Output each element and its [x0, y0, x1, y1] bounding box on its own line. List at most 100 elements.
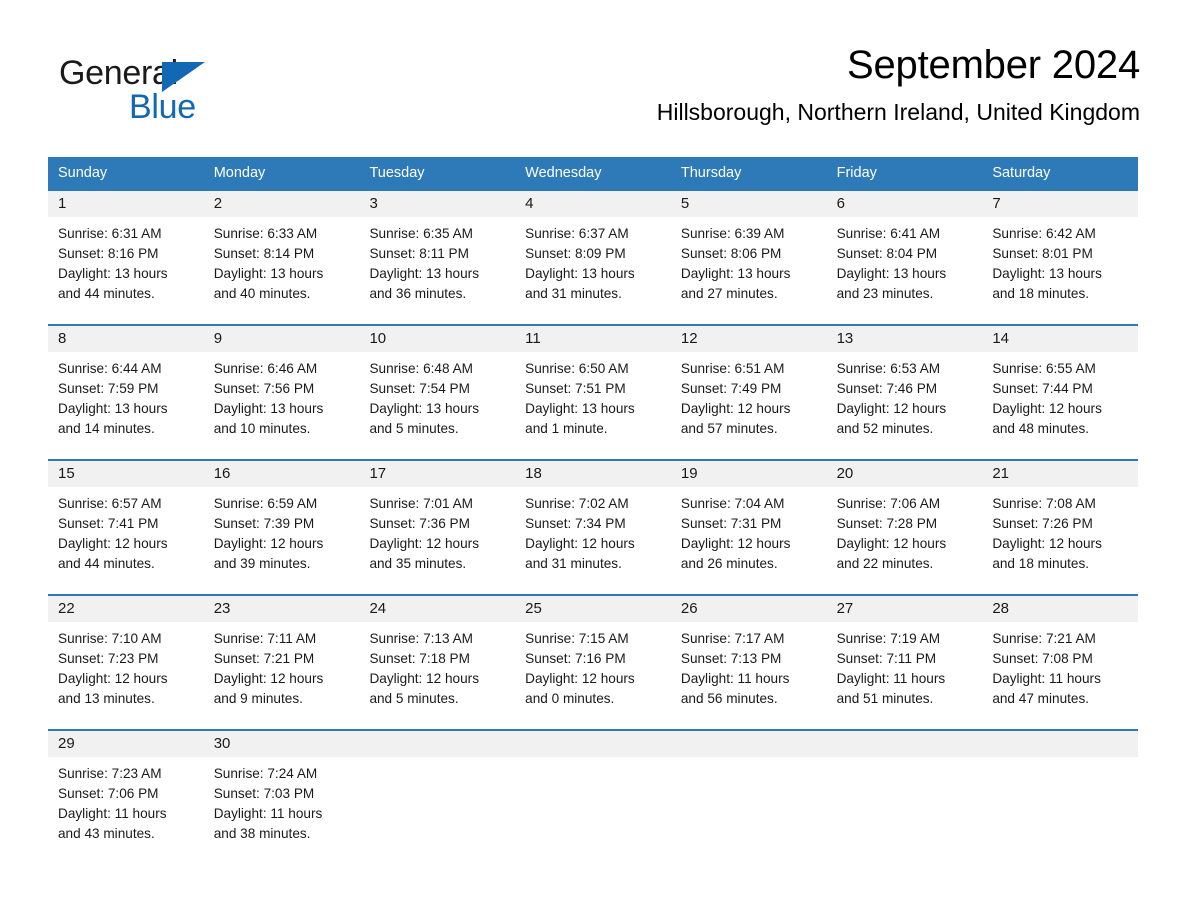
day-number[interactable]: 13 — [827, 326, 983, 352]
day-detail-line: Sunrise: 6:39 AM — [680, 226, 785, 241]
day-detail-line: Sunset: 8:11 PM — [369, 246, 469, 261]
day-detail-line: Sunset: 8:09 PM — [525, 246, 626, 261]
day-cell-empty — [982, 731, 1138, 757]
day-cell-empty — [671, 731, 827, 757]
day-number-row: 29 30 — [48, 731, 1138, 757]
day-detail-cell[interactable]: Sunrise: 6:33 AM Sunset: 8:14 PM Daylight:… — [204, 217, 360, 324]
day-number[interactable]: 4 — [515, 191, 671, 217]
day-number[interactable]: 28 — [982, 596, 1138, 622]
day-detail-cell[interactable]: Sunrise: 6:46 AM Sunset: 7:56 PM Daylight:… — [204, 352, 360, 459]
day-detail-cell[interactable]: Sunrise: 7:04 AM Sunset: 7:31 PM Daylight:… — [671, 487, 827, 594]
day-detail-line: Daylight: 12 hours — [525, 536, 635, 551]
day-detail-line: and 51 minutes. — [836, 691, 934, 706]
day-number[interactable]: 9 — [204, 326, 360, 352]
day-detail-line: Sunset: 8:06 PM — [680, 246, 782, 261]
day-detail-line: and 18 minutes. — [992, 556, 1090, 571]
day-detail-line: and 18 minutes. — [992, 286, 1090, 301]
day-detail-cell[interactable]: Sunrise: 7:06 AM Sunset: 7:28 PM Daylight:… — [827, 487, 983, 594]
day-number[interactable]: 2 — [204, 191, 360, 217]
weekday-header-thursday: Thursday — [680, 165, 742, 181]
day-detail-cell[interactable]: Sunrise: 7:19 AM Sunset: 7:11 PM Daylight:… — [827, 622, 983, 729]
day-detail-line: Daylight: 13 hours — [525, 401, 635, 416]
day-detail-cell[interactable]: Sunrise: 6:39 AM Sunset: 8:06 PM Daylight:… — [671, 217, 827, 324]
day-detail-line: Sunrise: 7:21 AM — [992, 631, 1096, 646]
day-number[interactable]: 6 — [827, 191, 983, 217]
day-detail-cell[interactable]: Sunrise: 6:55 AM Sunset: 7:44 PM Daylight:… — [982, 352, 1138, 459]
day-number[interactable]: 22 — [48, 596, 204, 622]
day-detail-cell[interactable]: Sunrise: 7:24 AM Sunset: 7:03 PM Daylight:… — [204, 757, 360, 864]
day-number[interactable]: 23 — [204, 596, 360, 622]
day-detail-line: and 52 minutes. — [836, 421, 934, 436]
day-number[interactable]: 17 — [359, 461, 515, 487]
day-detail-line: Daylight: 12 hours — [525, 671, 635, 686]
day-number[interactable]: 5 — [671, 191, 827, 217]
calendar-week-row: 15 16 17 18 19 20 21 Sunrise: 6:57 AM Sunset: 7:… — [48, 459, 1138, 594]
day-detail-cell[interactable]: Sunrise: 6:41 AM Sunset: 8:04 PM Daylight:… — [827, 217, 983, 324]
day-detail-line: and 43 minutes. — [58, 826, 155, 841]
day-detail-cell[interactable]: Sunrise: 6:53 AM Sunset: 7:46 PM Daylight:… — [827, 352, 983, 459]
page-title: September 2024 — [847, 43, 1140, 87]
day-cell-empty — [359, 731, 515, 757]
day-number[interactable]: 14 — [982, 326, 1138, 352]
day-cell-empty — [827, 731, 983, 757]
day-detail-line: Sunrise: 6:33 AM — [213, 226, 318, 241]
day-detail-cell[interactable]: Sunrise: 6:51 AM Sunset: 7:49 PM Daylight:… — [671, 352, 827, 459]
day-detail-line: Sunset: 7:36 PM — [369, 516, 470, 531]
day-detail-line: Sunrise: 7:06 AM — [836, 496, 941, 511]
day-detail-cell[interactable]: Sunrise: 7:17 AM Sunset: 7:13 PM Daylight:… — [671, 622, 827, 729]
day-detail-line: Sunrise: 6:51 AM — [680, 361, 785, 376]
day-detail-cell[interactable]: Sunrise: 6:57 AM Sunset: 7:41 PM Daylight:… — [48, 487, 204, 594]
day-number[interactable]: 30 — [204, 731, 360, 757]
day-number[interactable]: 25 — [515, 596, 671, 622]
day-detail-line: Sunrise: 6:50 AM — [525, 361, 629, 376]
day-detail-line: and 47 minutes. — [992, 691, 1090, 706]
day-number[interactable]: 15 — [48, 461, 204, 487]
day-detail-cell-empty — [515, 757, 671, 864]
day-number[interactable]: 12 — [671, 326, 827, 352]
day-detail-cell[interactable]: Sunrise: 6:48 AM Sunset: 7:54 PM Daylight:… — [359, 352, 515, 459]
day-number[interactable]: 18 — [515, 461, 671, 487]
day-number[interactable]: 8 — [48, 326, 204, 352]
day-number[interactable]: 1 — [48, 191, 204, 217]
day-detail-cell[interactable]: Sunrise: 7:02 AM Sunset: 7:34 PM Daylight:… — [515, 487, 671, 594]
day-detail-cell[interactable]: Sunrise: 7:11 AM Sunset: 7:21 PM Daylight:… — [204, 622, 360, 729]
day-number[interactable]: 10 — [359, 326, 515, 352]
day-detail-line: Sunset: 8:16 PM — [58, 246, 159, 261]
day-detail-cell[interactable]: Sunrise: 6:50 AM Sunset: 7:51 PM Daylight:… — [515, 352, 671, 459]
day-number[interactable]: 7 — [982, 191, 1138, 217]
day-number[interactable]: 16 — [204, 461, 360, 487]
day-number-row: 22 23 24 25 26 27 28 — [48, 596, 1138, 622]
day-number[interactable]: 24 — [359, 596, 515, 622]
day-detail-cell[interactable]: Sunrise: 6:37 AM Sunset: 8:09 PM Daylight:… — [515, 217, 671, 324]
day-detail-cell[interactable]: Sunrise: 7:15 AM Sunset: 7:16 PM Daylight:… — [515, 622, 671, 729]
day-detail-cell[interactable]: Sunrise: 7:23 AM Sunset: 7:06 PM Daylight:… — [48, 757, 204, 864]
day-number[interactable]: 11 — [515, 326, 671, 352]
day-number[interactable]: 21 — [982, 461, 1138, 487]
day-detail-cell[interactable]: Sunrise: 7:01 AM Sunset: 7:36 PM Daylight:… — [359, 487, 515, 594]
day-detail-line: and 26 minutes. — [680, 556, 778, 571]
day-detail-cell[interactable]: Sunrise: 7:10 AM Sunset: 7:23 PM Daylight:… — [48, 622, 204, 729]
day-detail-line: Sunrise: 6:35 AM — [369, 226, 473, 241]
day-detail-cell-empty — [827, 757, 983, 864]
day-detail-cell[interactable]: Sunrise: 6:35 AM Sunset: 8:11 PM Daylight:… — [359, 217, 515, 324]
day-detail-line: Sunrise: 7:13 AM — [369, 631, 473, 646]
day-number[interactable]: 27 — [827, 596, 983, 622]
day-number[interactable]: 20 — [827, 461, 983, 487]
day-number[interactable]: 19 — [671, 461, 827, 487]
day-number[interactable]: 3 — [359, 191, 515, 217]
day-detail-cell[interactable]: Sunrise: 7:08 AM Sunset: 7:26 PM Daylight:… — [982, 487, 1138, 594]
day-detail-line: Sunset: 8:04 PM — [836, 246, 938, 261]
day-detail-cell[interactable]: Sunrise: 6:42 AM Sunset: 8:01 PM Daylight:… — [982, 217, 1138, 324]
location-subtitle: Hillsborough, Northern Ireland, United K… — [656, 99, 1140, 125]
day-detail-line: Sunrise: 6:41 AM — [836, 226, 941, 241]
day-detail-cell[interactable]: Sunrise: 7:21 AM Sunset: 7:08 PM Daylight:… — [982, 622, 1138, 729]
day-detail-line: Sunrise: 7:15 AM — [525, 631, 629, 646]
day-number[interactable]: 26 — [671, 596, 827, 622]
day-detail-cell[interactable]: Sunrise: 6:44 AM Sunset: 7:59 PM Daylight:… — [48, 352, 204, 459]
day-detail-cell[interactable]: Sunrise: 6:31 AM Sunset: 8:16 PM Daylight:… — [48, 217, 204, 324]
day-detail-line: and 0 minutes. — [525, 691, 615, 706]
calendar-page: General Blue September 2024 Hillsborough… — [0, 0, 1188, 918]
day-number[interactable]: 29 — [48, 731, 204, 757]
day-detail-cell[interactable]: Sunrise: 6:59 AM Sunset: 7:39 PM Daylight:… — [204, 487, 360, 594]
day-detail-cell[interactable]: Sunrise: 7:13 AM Sunset: 7:18 PM Daylight:… — [359, 622, 515, 729]
